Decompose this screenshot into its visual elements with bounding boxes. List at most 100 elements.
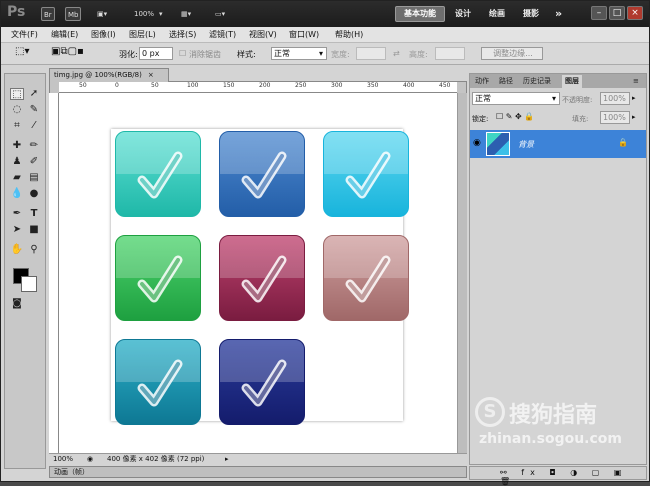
document-canvas[interactable] — [59, 93, 457, 453]
move-tool-icon[interactable]: ➚ — [27, 88, 41, 100]
height-input[interactable] — [435, 47, 465, 60]
document-tab[interactable]: timg.jpg @ 100%(RGB/8) × — [49, 68, 169, 82]
style-label: 样式: — [237, 50, 256, 59]
fill-input[interactable]: 100% — [600, 111, 630, 124]
opacity-label: 不透明度: — [562, 96, 593, 104]
brush-tool-icon[interactable]: ✏ — [27, 140, 41, 152]
opacity-arrow-icon[interactable]: ▸ — [632, 94, 636, 102]
crop-tool-icon[interactable]: ⌗ — [10, 120, 24, 132]
refine-edge-button[interactable]: 调整边缘... — [481, 47, 543, 60]
zoom-chevron-icon[interactable]: ▾ — [159, 7, 163, 21]
antialias-label: 消除锯齿 — [189, 50, 221, 59]
workspace-design[interactable]: 设计 — [455, 6, 471, 22]
document-size-info: 400 像素 x 402 像素 (72 ppi) — [107, 455, 205, 463]
mini-bridge-button[interactable]: Mb — [65, 7, 82, 21]
horizontal-ruler: 50 0 50 100 150 200 250 300 350 400 450 — [59, 82, 457, 93]
photoshop-window: Ps Br Mb ▣▾ 100% ▾ ▦▾ ▭▾ 基本功能 设计 绘画 摄影 »… — [0, 0, 650, 486]
swap-icon[interactable]: ⇄ — [393, 49, 400, 58]
marquee-tool-icon[interactable]: ⬚ — [10, 88, 24, 100]
feather-label: 羽化: — [119, 50, 138, 59]
selection-mode-icons[interactable]: ▣⧉▢▪ — [51, 46, 84, 57]
path-select-icon[interactable]: ➤ — [10, 224, 24, 236]
checkmark-icon — [241, 359, 287, 407]
menu-layer[interactable]: 图层(L) — [129, 29, 156, 40]
eraser-icon[interactable]: ▰ — [10, 172, 24, 184]
status-menu-arrow-icon[interactable]: ▸ — [225, 454, 229, 465]
menu-view[interactable]: 视图(V) — [249, 29, 277, 40]
check-icon-tile — [115, 131, 201, 217]
close-icon[interactable]: × — [627, 6, 643, 20]
blend-mode-select[interactable]: 正常 ▾ — [472, 92, 560, 105]
type-tool-icon[interactable]: T — [27, 208, 41, 220]
height-label: 高度: — [409, 50, 428, 59]
width-input[interactable] — [356, 47, 386, 60]
close-tab-icon[interactable]: × — [148, 71, 154, 79]
dodge-tool-icon[interactable]: ● — [27, 188, 41, 200]
feather-input[interactable]: 0 px — [139, 47, 173, 60]
visibility-eye-icon[interactable]: ◉ — [473, 138, 481, 148]
zoom-tool-icon[interactable]: ⚲ — [27, 244, 41, 256]
tools-panel: ⬚ ➚ ◌ ✎ ⌗ ⁄ ✚ ✏ ♟ ✐ ▰ ▤ 💧 ● ✒ T ➤ ■ ✋ ⚲ … — [4, 73, 46, 469]
quick-select-icon[interactable]: ✎ — [27, 104, 41, 116]
style-select[interactable]: 正常 ▾ — [271, 47, 327, 60]
shape-tool-icon[interactable]: ■ — [27, 224, 41, 236]
minimize-icon[interactable]: – — [591, 6, 607, 20]
tab-history[interactable]: 历史记录 — [520, 75, 554, 88]
tab-paths[interactable]: 路径 — [496, 75, 516, 88]
options-bar: ⬚▾ ▣⧉▢▪ 羽化: 0 px ☐ 消除锯齿 样式: 正常 ▾ 宽度: ⇄ 高度… — [1, 43, 649, 65]
status-info-icon[interactable]: ◉ — [87, 454, 93, 465]
clone-stamp-icon[interactable]: ♟ — [10, 156, 24, 168]
layer-row-background[interactable]: ◉ 背景 🔒 — [470, 130, 646, 158]
menu-edit[interactable]: 编辑(E) — [51, 29, 78, 40]
marquee-preset-icon[interactable]: ⬚▾ — [15, 46, 29, 57]
animation-panel-tab[interactable]: 动画（帧） — [49, 466, 467, 478]
workspace-painting[interactable]: 绘画 — [489, 6, 505, 22]
width-label: 宽度: — [331, 50, 350, 59]
panel-tabs: 动作 路径 历史记录 图层 ≡ — [470, 74, 646, 88]
history-brush-icon[interactable]: ✐ — [27, 156, 41, 168]
fill-arrow-icon[interactable]: ▸ — [632, 113, 636, 121]
tab-actions[interactable]: 动作 — [472, 75, 492, 88]
menu-select[interactable]: 选择(S) — [169, 29, 196, 40]
bridge-button[interactable]: Br — [41, 7, 55, 21]
zoom-readout[interactable]: 100% — [53, 454, 73, 465]
zoom-level-dropdown[interactable]: 100% — [134, 7, 154, 21]
menu-help[interactable]: 帮助(H) — [335, 29, 363, 40]
checkmark-icon — [137, 359, 183, 407]
lock-icons[interactable]: ☐ ✎ ✥ 🔒 — [496, 112, 534, 121]
menu-window[interactable]: 窗口(W) — [289, 29, 319, 40]
workspace-photography[interactable]: 摄影 — [523, 6, 539, 22]
screen-mode-icon[interactable]: ▭▾ — [215, 7, 225, 21]
gradient-tool-icon[interactable]: ▤ — [27, 172, 41, 184]
hand-tool-icon[interactable]: ✋ — [10, 244, 24, 256]
photoshop-logo: Ps — [7, 4, 26, 20]
quick-mask-icon[interactable]: ◙ — [10, 298, 24, 310]
arrange-documents-icon[interactable]: ▦▾ — [181, 7, 191, 21]
panel-menu-icon[interactable]: ≡ — [630, 75, 642, 88]
antialias-checkbox[interactable]: ☐ — [179, 49, 186, 58]
checkmark-icon — [345, 151, 391, 199]
vertical-scrollbar[interactable] — [457, 93, 467, 453]
healing-brush-icon[interactable]: ✚ — [10, 140, 24, 152]
menu-filter[interactable]: 滤镜(T) — [209, 29, 236, 40]
layer-actions-icons[interactable]: ⚯ fx ◘ ◑ ▢ ▣ 🗑 — [500, 468, 646, 486]
menu-bar: 文件(F) 编辑(E) 图像(I) 图层(L) 选择(S) 滤镜(T) 视图(V… — [1, 27, 649, 43]
menu-image[interactable]: 图像(I) — [91, 29, 116, 40]
menu-file[interactable]: 文件(F) — [11, 29, 38, 40]
background-color-swatch[interactable] — [21, 276, 37, 292]
vertical-ruler — [49, 93, 59, 453]
opacity-input[interactable]: 100% — [600, 92, 630, 105]
maximize-icon[interactable]: □ — [609, 6, 625, 20]
lock-label: 锁定: — [472, 115, 489, 123]
eyedropper-icon[interactable]: ⁄ — [27, 120, 41, 132]
tab-layers[interactable]: 图层 — [562, 75, 582, 88]
blur-tool-icon[interactable]: 💧 — [10, 188, 24, 200]
lasso-tool-icon[interactable]: ◌ — [10, 104, 24, 116]
watermark-url: zhinan.sogou.com — [479, 431, 622, 447]
checkmark-icon — [241, 255, 287, 303]
view-extras-icon[interactable]: ▣▾ — [97, 7, 107, 21]
pen-tool-icon[interactable]: ✒ — [10, 208, 24, 220]
more-workspaces-icon[interactable]: » — [555, 6, 562, 22]
checkmark-icon — [241, 151, 287, 199]
workspace-essentials[interactable]: 基本功能 — [395, 6, 445, 22]
